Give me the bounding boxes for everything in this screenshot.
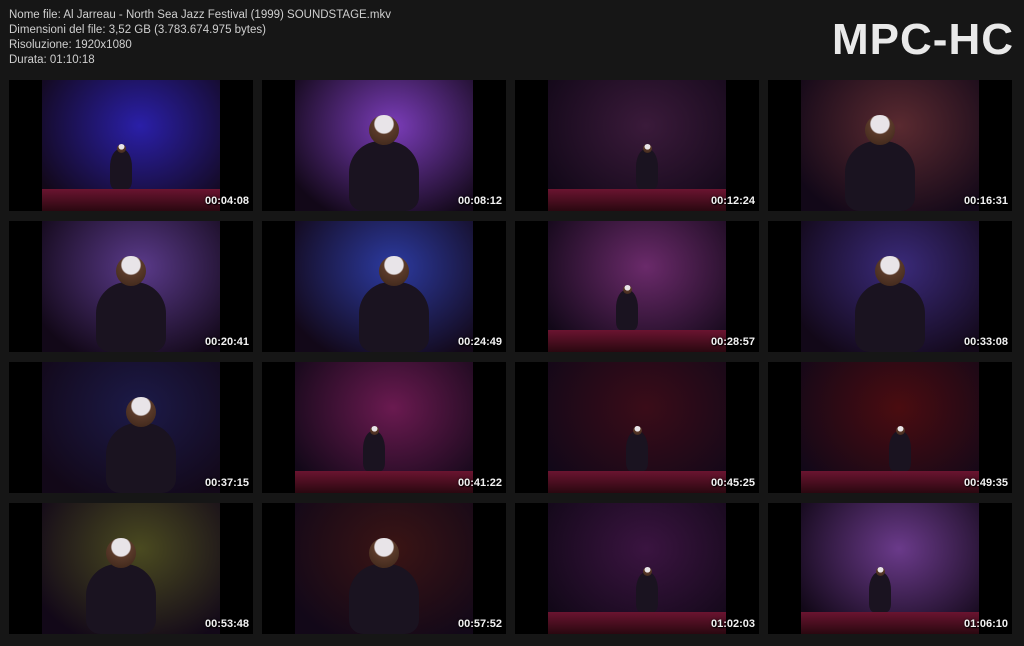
video-frame-image	[295, 221, 473, 352]
timestamp-label: 00:53:48	[204, 618, 249, 630]
performer-silhouette	[855, 282, 925, 352]
timestamp-label: 00:12:24	[710, 195, 755, 207]
thumbnail-frame: 00:28:57	[515, 221, 759, 352]
video-frame-image	[42, 221, 220, 352]
performer-head	[116, 144, 126, 153]
video-frame-image	[548, 503, 726, 634]
performer-head	[632, 426, 642, 435]
timestamp-label: 00:04:08	[204, 195, 249, 207]
performer-silhouette	[110, 149, 132, 189]
stage-floor	[801, 612, 979, 634]
thumbnail-frame: 00:20:41	[9, 221, 253, 352]
stage-floor	[42, 189, 220, 211]
performer-head	[865, 115, 895, 145]
thumbnail-frame: 00:57:52	[262, 503, 506, 634]
thumbnail-frame: 00:24:49	[262, 221, 506, 352]
video-frame-image	[548, 362, 726, 493]
thumbnail-frame: 00:12:24	[515, 80, 759, 211]
video-frame-image	[42, 80, 220, 211]
stage-floor	[548, 471, 726, 493]
performer-head	[116, 256, 146, 286]
video-frame-image	[548, 80, 726, 211]
video-frame-image	[42, 503, 220, 634]
timestamp-label: 00:16:31	[963, 195, 1008, 207]
thumbnail-frame: 01:02:03	[515, 503, 759, 634]
timestamp-label: 00:41:22	[457, 477, 502, 489]
performer-silhouette	[869, 572, 891, 612]
timestamp-label: 00:45:25	[710, 477, 755, 489]
video-frame-image	[801, 362, 979, 493]
thumbnail-frame: 00:04:08	[9, 80, 253, 211]
video-frame-image	[295, 80, 473, 211]
performer-silhouette	[636, 149, 658, 189]
performer-head	[875, 256, 905, 286]
performer-head	[106, 538, 136, 568]
video-frame-image	[42, 362, 220, 493]
performer-silhouette	[626, 431, 648, 471]
performer-silhouette	[349, 564, 419, 634]
stage-floor	[548, 612, 726, 634]
timestamp-label: 00:57:52	[457, 618, 502, 630]
video-frame-image	[801, 221, 979, 352]
performer-head	[642, 567, 652, 576]
timestamp-label: 00:24:49	[457, 336, 502, 348]
thumbnail-frame: 00:33:08	[768, 221, 1012, 352]
performer-head	[369, 538, 399, 568]
timestamp-label: 00:37:15	[204, 477, 249, 489]
performer-silhouette	[359, 282, 429, 352]
performer-silhouette	[636, 572, 658, 612]
timestamp-label: 00:33:08	[963, 336, 1008, 348]
stage-floor	[548, 330, 726, 352]
thumbnail-frame: 00:45:25	[515, 362, 759, 493]
timestamp-label: 00:20:41	[204, 336, 249, 348]
stage-floor	[295, 471, 473, 493]
performer-head	[642, 144, 652, 153]
stage-floor	[548, 189, 726, 211]
thumbnail-frame: 00:08:12	[262, 80, 506, 211]
performer-silhouette	[889, 431, 911, 471]
timestamp-label: 00:08:12	[457, 195, 502, 207]
performer-silhouette	[616, 290, 638, 330]
performer-silhouette	[106, 423, 176, 493]
performer-silhouette	[845, 141, 915, 211]
performer-head	[895, 426, 905, 435]
timestamp-label: 00:49:35	[963, 477, 1008, 489]
thumbnail-frame: 00:37:15	[9, 362, 253, 493]
thumbnail-frame: 00:53:48	[9, 503, 253, 634]
performer-head	[369, 115, 399, 145]
video-frame-image	[295, 362, 473, 493]
video-frame-image	[548, 221, 726, 352]
stage-floor	[801, 471, 979, 493]
performer-silhouette	[349, 141, 419, 211]
video-frame-image	[295, 503, 473, 634]
performer-head	[379, 256, 409, 286]
performer-silhouette	[363, 431, 385, 471]
thumbnail-frame: 00:16:31	[768, 80, 1012, 211]
thumbnail-frame: 00:41:22	[262, 362, 506, 493]
performer-head	[126, 397, 156, 427]
timestamp-label: 01:02:03	[710, 618, 755, 630]
thumbnail-frame: 00:49:35	[768, 362, 1012, 493]
performer-silhouette	[96, 282, 166, 352]
performer-head	[369, 426, 379, 435]
video-frame-image	[801, 503, 979, 634]
thumbnail-frame: 01:06:10	[768, 503, 1012, 634]
thumbnail-grid: 00:04:08 00:08:12 00:12:24 00:16:31 00:20:41…	[0, 0, 1024, 646]
timestamp-label: 01:06:10	[963, 618, 1008, 630]
video-frame-image	[801, 80, 979, 211]
performer-head	[622, 285, 632, 294]
performer-silhouette	[86, 564, 156, 634]
timestamp-label: 00:28:57	[710, 336, 755, 348]
performer-head	[875, 567, 885, 576]
